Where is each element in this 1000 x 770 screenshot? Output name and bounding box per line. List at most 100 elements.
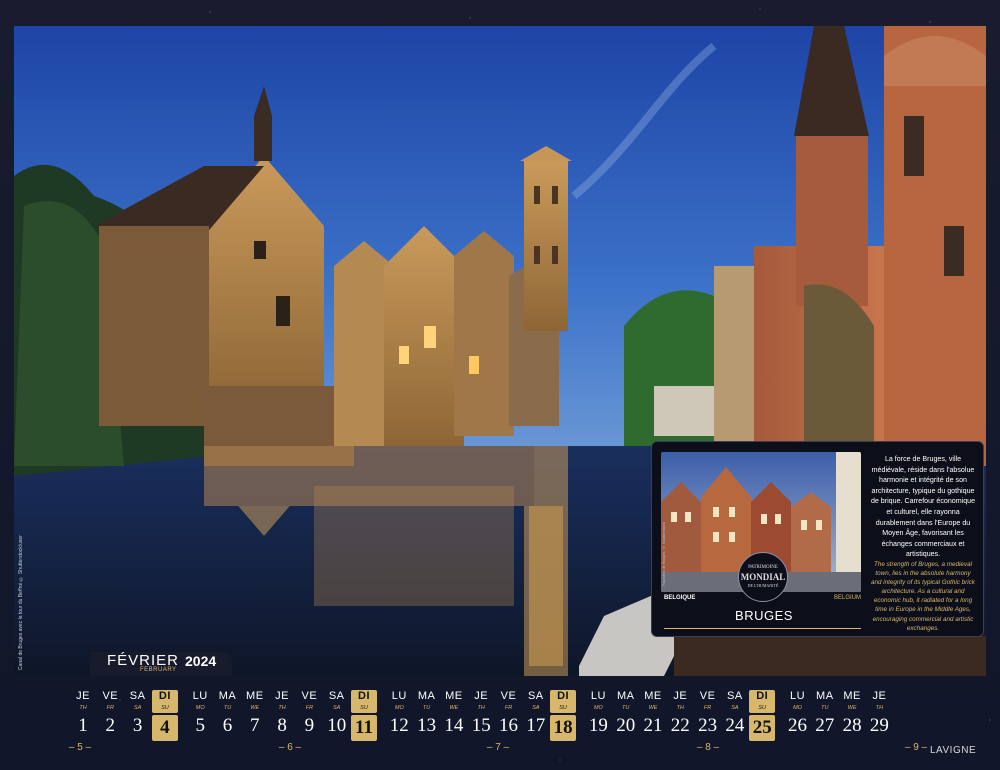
weekday-french: MA	[616, 690, 635, 702]
weekday-header: DI SU	[749, 690, 776, 713]
weekday-french: DI	[557, 690, 570, 702]
calendar-day: VE FR 9	[296, 690, 322, 739]
weekday-english: MO	[793, 705, 802, 711]
weekday-english: SA	[133, 705, 142, 711]
publisher-logo: LAVIGNE	[930, 745, 977, 756]
calendar-day: MA TU 27	[812, 690, 838, 739]
calendar-day: LU MO 5	[187, 690, 213, 739]
weekday-header: SA SA	[523, 690, 549, 713]
week-number: – 8 –	[696, 742, 720, 753]
weekday-english: TH	[477, 705, 485, 711]
weekday-english: FR	[106, 705, 114, 711]
country-french: BELGIQUE	[664, 595, 696, 601]
weekday-header: LU MO	[785, 690, 811, 713]
calendar-day: ME WE 21	[640, 690, 666, 739]
calendar-day: MA TU 6	[215, 690, 241, 739]
weekday-header: SA SA	[722, 690, 748, 713]
city-name: BRUGES	[735, 608, 793, 623]
weekday-english: SA	[333, 705, 341, 711]
weekday-header: LU MO	[187, 690, 213, 713]
weekday-french: JE	[474, 690, 489, 702]
weekday-header: JE TH	[70, 690, 96, 713]
weekday-english: FR	[305, 705, 314, 711]
day-number: 19	[588, 715, 608, 736]
day-number: 26	[788, 715, 807, 736]
day-number: 15	[471, 715, 491, 736]
weekday-header: MA TU	[215, 690, 241, 713]
day-number: 1	[78, 715, 88, 736]
weekday-english: TH	[875, 705, 884, 711]
calendar-day: LU MO 26	[785, 690, 811, 739]
weekday-header: ME WE	[640, 690, 666, 713]
weekday-header: JE TH	[667, 690, 693, 713]
unesco-world-heritage-logo: PATRIMOINE MONDIAL DE L'HUMANITÉ	[738, 552, 788, 602]
month-badge: FÉVRIER 2024 FEBRUARY	[90, 652, 232, 676]
weekday-french: JE	[872, 690, 887, 702]
day-number: 17	[526, 715, 546, 736]
weekday-english: WE	[250, 705, 260, 711]
calendar-day: LU MO 19	[585, 690, 611, 739]
description-french: La force de Bruges, ville médiévale, rés…	[870, 455, 976, 559]
weekday-french: DI	[756, 690, 769, 702]
weekday-header: ME WE	[441, 690, 467, 713]
day-number: 3	[132, 715, 143, 736]
day-number: 28	[842, 715, 862, 736]
unesco-line-2: MONDIAL	[740, 572, 786, 582]
weekday-english: MO	[394, 705, 404, 711]
weekday-header: VE FR	[496, 690, 522, 713]
weekday-english: SA	[731, 705, 739, 711]
calendar-day: SA SA 10	[324, 690, 350, 739]
calendar-day: VE FR 23	[695, 690, 721, 739]
day-number: 6	[222, 715, 233, 736]
calendar-day-sunday: DI SU 11	[351, 690, 377, 741]
calendar-day: JE TH 8	[269, 690, 295, 739]
weekday-header: JE TH	[468, 690, 494, 713]
weekday-header: ME WE	[242, 690, 268, 713]
weekday-header: LU MO	[386, 690, 412, 713]
weekday-french: VE	[102, 690, 119, 702]
weekday-french: JE	[76, 690, 90, 702]
day-number: 29	[869, 715, 889, 736]
weekday-header: MA TU	[812, 690, 838, 713]
calendar-day: VE FR 16	[496, 690, 522, 739]
weekday-french: VE	[301, 690, 318, 702]
day-number: 7	[250, 715, 260, 736]
weekday-french: DI	[158, 690, 171, 702]
weekday-french: SA	[328, 690, 345, 702]
day-number: 24	[725, 715, 745, 736]
calendar-day: SA SA 3	[125, 690, 151, 739]
month-year: 2024	[185, 653, 217, 669]
description-english: The strength of Bruges, a medieval town,…	[871, 561, 975, 632]
weekday-english: WE	[847, 705, 857, 711]
weekday-french: SA	[129, 690, 146, 702]
day-number: 9	[304, 715, 315, 736]
day-number: 22	[670, 715, 690, 736]
weekday-header: VE FR	[695, 690, 721, 713]
calendar-day-sunday: DI SU 25	[749, 690, 776, 741]
day-number: 14	[444, 715, 464, 736]
weekday-french: ME	[843, 690, 861, 702]
calendar-day: JE TH 1	[70, 690, 96, 739]
calendar-day: LU MO 12	[386, 690, 412, 739]
weekday-french: SA	[727, 690, 743, 702]
calendar-day: JE TH 15	[468, 690, 494, 739]
day-number: 12	[389, 715, 409, 736]
day-number: 2	[105, 715, 116, 736]
calendar-day: JE TH 29	[866, 690, 892, 739]
day-number: 25	[749, 715, 776, 741]
weekday-french: ME	[445, 690, 463, 702]
calendar-day: SA SA 17	[523, 690, 549, 739]
weekday-english: SU	[161, 705, 169, 711]
calendar-day: MA TU 20	[613, 690, 639, 739]
weekday-french: JE	[275, 690, 290, 702]
weekday-french: VE	[699, 690, 716, 702]
weekday-english: FR	[504, 705, 513, 711]
weekday-english: WE	[648, 705, 658, 711]
inset-photo-credit: Façades de Bruges © Shutterstock	[661, 521, 666, 586]
weekday-header: JE TH	[866, 690, 892, 713]
weekday-header: VE FR	[97, 690, 123, 713]
weekday-english: FR	[703, 705, 712, 711]
weekday-english: SU	[360, 705, 368, 711]
unesco-line-1: PATRIMOINE	[748, 565, 778, 570]
weekday-english: SU	[559, 705, 567, 711]
